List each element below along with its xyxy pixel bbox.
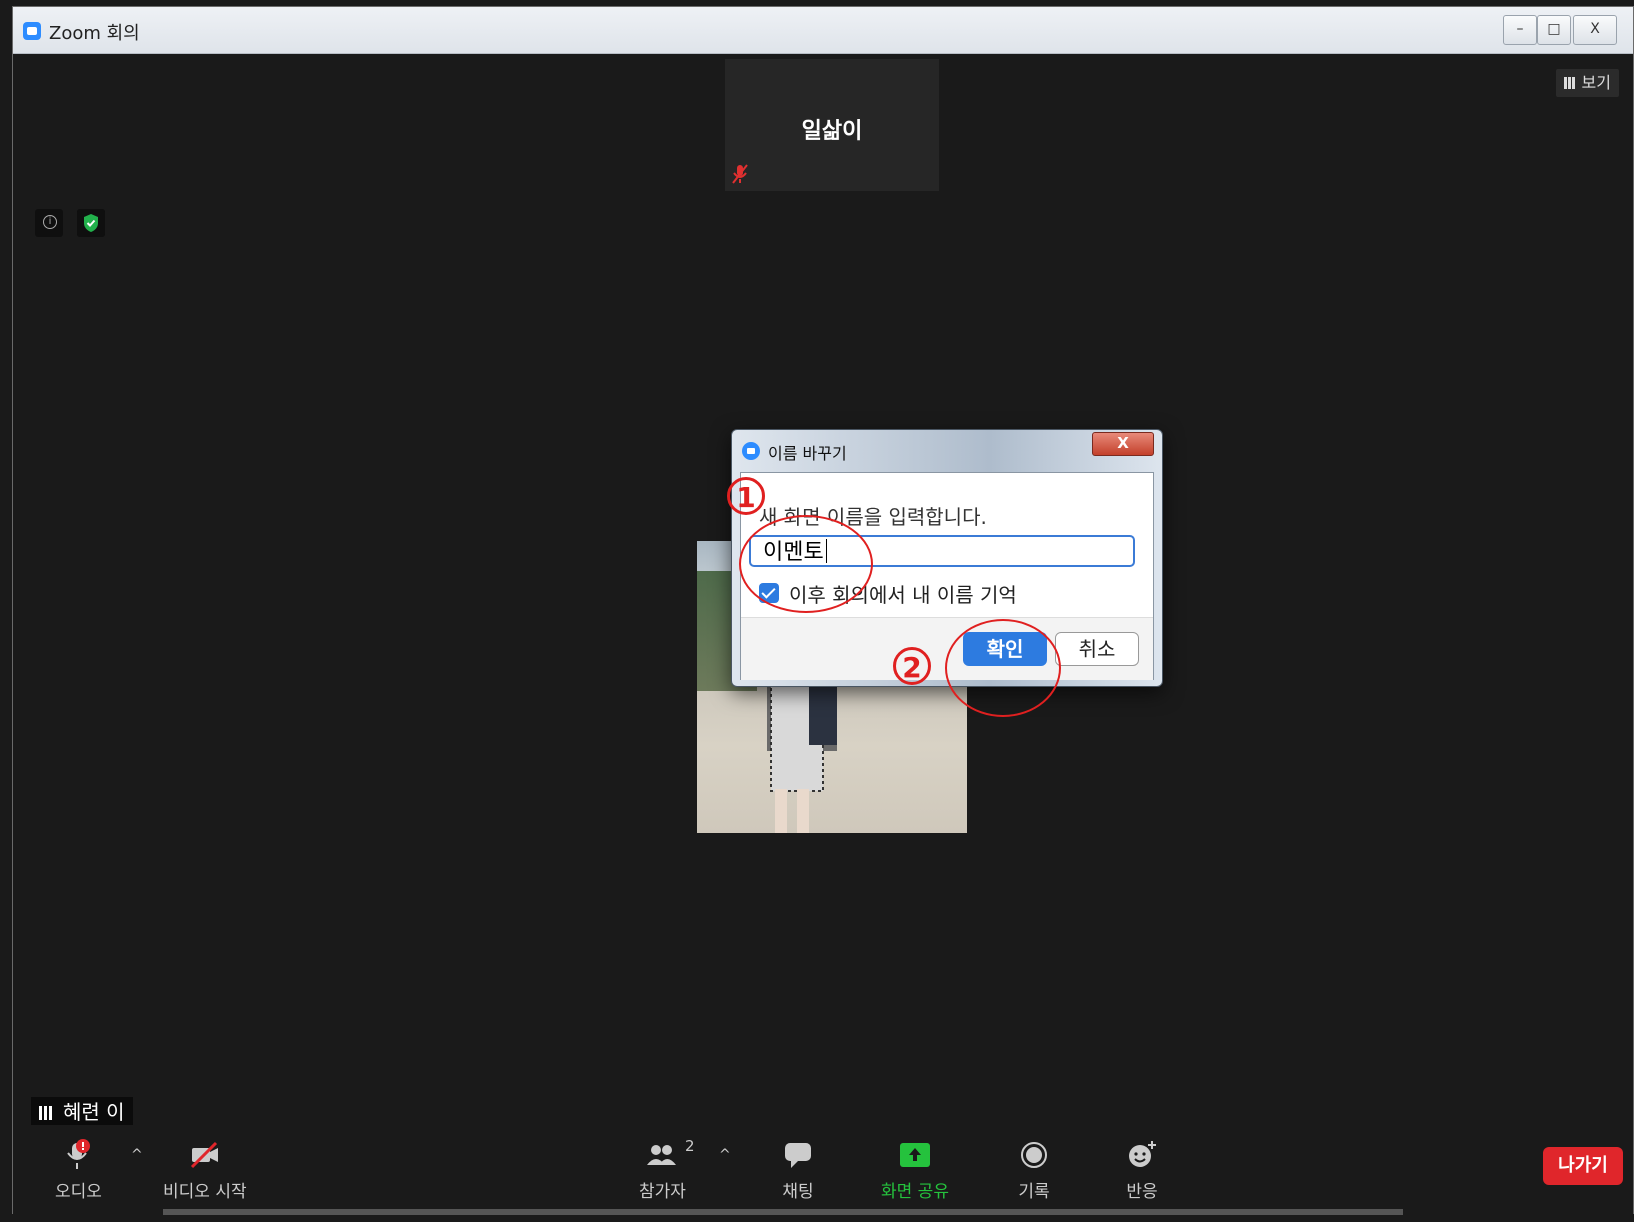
participant-tile[interactable]: 일삶이 xyxy=(725,59,939,191)
participants-label: 참가자 xyxy=(639,1182,686,1202)
self-name: 혜련 이 xyxy=(63,1100,125,1124)
share-screen-label: 화면 공유 xyxy=(881,1182,949,1202)
annotation-step-2: 2 xyxy=(893,647,931,685)
record-icon xyxy=(1021,1142,1047,1168)
minimize-button[interactable]: – xyxy=(1503,15,1537,45)
audio-label: 오디오 xyxy=(55,1182,102,1202)
annotation-step-1: 1 xyxy=(727,477,765,515)
title-bar: Zoom 회의 – □ X xyxy=(13,7,1633,54)
chat-button[interactable]: 채팅 xyxy=(781,1139,815,1202)
shield-icon[interactable] xyxy=(77,209,105,237)
maximize-button[interactable]: □ xyxy=(1537,15,1571,45)
mic-muted-icon xyxy=(732,164,748,184)
mic-icon xyxy=(67,1139,91,1169)
chat-label: 채팅 xyxy=(782,1182,814,1202)
grid-icon xyxy=(1563,77,1576,89)
audio-options-chevron-icon[interactable]: ^ xyxy=(131,1147,143,1163)
zoom-window: Zoom 회의 – □ X 보기 일삶이 이름 바꾸기 xyxy=(12,6,1634,1215)
horizontal-scrollbar[interactable] xyxy=(163,1209,1403,1215)
self-name-tag: 혜련 이 xyxy=(31,1097,133,1127)
window-title: Zoom 회의 xyxy=(49,23,140,44)
dialog-close-button[interactable]: X xyxy=(1092,432,1154,456)
share-screen-button[interactable]: 화면 공유 xyxy=(881,1139,949,1202)
meeting-info-icon[interactable] xyxy=(35,209,63,237)
chat-icon xyxy=(785,1143,811,1168)
annotation-oval-ok xyxy=(945,619,1061,717)
start-video-button[interactable]: 비디오 시작 xyxy=(163,1139,247,1202)
share-screen-icon xyxy=(899,1143,930,1167)
participants-button[interactable]: 참가자 xyxy=(639,1139,686,1202)
leave-button[interactable]: 나가기 xyxy=(1543,1147,1623,1185)
close-window-button[interactable]: X xyxy=(1573,15,1617,45)
reactions-label: 반응 xyxy=(1126,1182,1158,1202)
meeting-toolbar: 오디오 ^ 비디오 시작 참가자 2 ^ 채팅 화면 공유 기록 반응 나가기 xyxy=(13,1125,1633,1215)
audio-button[interactable]: 오디오 xyxy=(55,1139,102,1202)
participants-count: 2 xyxy=(685,1137,695,1155)
participants-icon xyxy=(647,1145,677,1165)
cancel-button[interactable]: 취소 xyxy=(1055,632,1139,666)
participants-options-chevron-icon[interactable]: ^ xyxy=(719,1147,731,1163)
dialog-title: 이름 바꾸기 xyxy=(768,444,847,463)
reaction-emoji-icon xyxy=(1129,1141,1156,1167)
record-button[interactable]: 기록 xyxy=(1017,1139,1051,1202)
zoom-logo-icon xyxy=(23,22,41,40)
signal-icon xyxy=(39,1106,57,1120)
view-button[interactable]: 보기 xyxy=(1555,69,1619,97)
video-off-icon xyxy=(190,1141,218,1169)
zoom-logo-icon xyxy=(742,442,760,460)
start-video-label: 비디오 시작 xyxy=(163,1182,247,1202)
view-button-label: 보기 xyxy=(1581,73,1611,92)
record-label: 기록 xyxy=(1018,1182,1050,1202)
reactions-button[interactable]: 반응 xyxy=(1125,1139,1159,1202)
participant-name: 일삶이 xyxy=(801,119,863,144)
annotation-oval-input xyxy=(739,515,873,613)
